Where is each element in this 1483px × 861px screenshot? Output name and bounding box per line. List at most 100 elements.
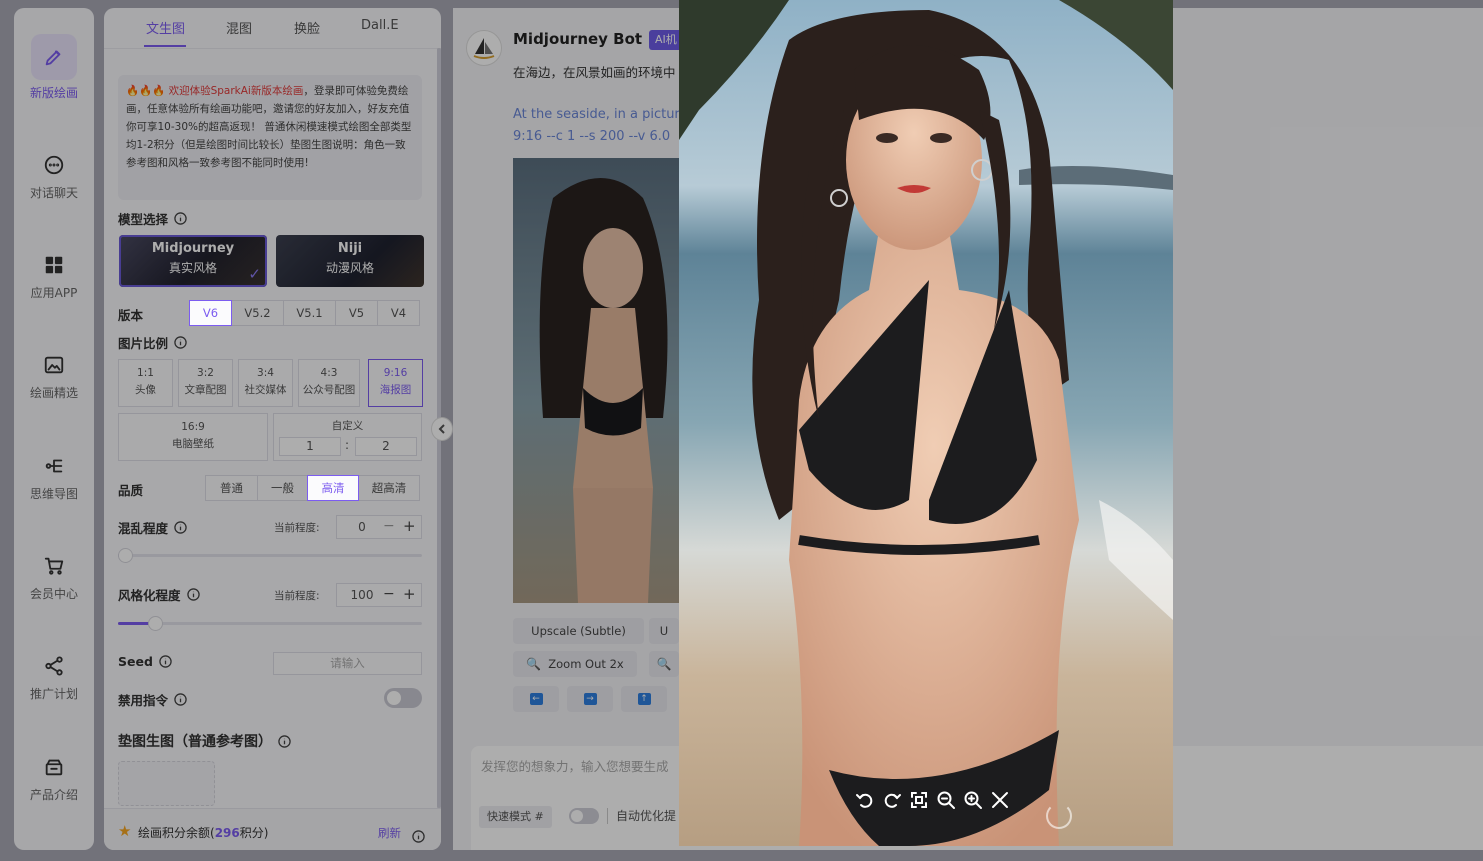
tab-blend[interactable]: 混图 xyxy=(226,18,252,37)
ratio-1-1[interactable]: 1:1 头像 xyxy=(118,359,173,407)
active-tab-indicator xyxy=(144,45,186,47)
arrow-left-icon: ← xyxy=(529,693,543,705)
bot-avatar xyxy=(466,30,502,66)
minus-icon[interactable]: − xyxy=(383,586,395,602)
nav-label: 产品介绍 xyxy=(29,788,78,802)
credits-balance: 绘画积分余额(296积分) xyxy=(138,826,269,840)
chaos-slider[interactable] xyxy=(118,548,422,563)
version-v6[interactable]: V6 xyxy=(189,300,232,326)
refresh-link[interactable]: 刷新 xyxy=(378,825,401,841)
upscale-button[interactable]: U xyxy=(649,618,679,644)
info-icon[interactable] xyxy=(174,212,187,225)
nav-label: 对话聊天 xyxy=(29,186,78,200)
plus-icon[interactable]: + xyxy=(403,585,416,603)
auto-optimize-toggle[interactable] xyxy=(569,808,599,824)
version-selector: V6 V5.2 V5.1 V5 V4 xyxy=(189,300,420,326)
fit-screen-icon[interactable] xyxy=(908,789,930,811)
nav-item-gallery[interactable]: 绘画精选 xyxy=(14,340,94,420)
nav-label: 思维导图 xyxy=(29,487,78,501)
zoom-in-icon[interactable] xyxy=(962,789,984,811)
quality-normal[interactable]: 普通 xyxy=(205,475,258,501)
mode-badge[interactable]: 快速模式 # xyxy=(479,806,552,828)
tab-text-to-image[interactable]: 文生图 xyxy=(146,18,185,37)
no-command-toggle[interactable] xyxy=(384,688,422,708)
info-icon[interactable] xyxy=(186,588,200,601)
sailboat-icon xyxy=(473,38,495,59)
upscale-subtle-button[interactable]: Upscale (Subtle) xyxy=(513,618,644,644)
model-midjourney[interactable]: Midjourney 真实风格 ✓ xyxy=(119,235,267,287)
rotate-left-icon[interactable] xyxy=(854,789,876,811)
version-v4[interactable]: V4 xyxy=(377,300,420,326)
nav-item-membership[interactable]: 会员中心 xyxy=(14,541,94,621)
version-label: 版本 xyxy=(118,308,144,323)
chevron-left-icon xyxy=(438,424,445,434)
auto-optimize-label: 自动优化提 xyxy=(616,809,677,823)
nav-label: 会员中心 xyxy=(29,587,78,601)
quality-medium[interactable]: 一般 xyxy=(257,475,308,501)
prompt-input[interactable]: 发挥您的想象力，输入您想要生成 xyxy=(481,756,669,775)
nav-item-product[interactable]: 产品介绍 xyxy=(14,742,94,822)
zoom-button-2[interactable]: 🔍 xyxy=(649,651,679,677)
chaos-slider-handle[interactable] xyxy=(118,548,133,563)
collapse-panel-button[interactable] xyxy=(431,417,453,441)
chaos-stepper[interactable]: 0 − + xyxy=(336,515,422,539)
plus-icon[interactable]: + xyxy=(403,517,416,535)
pan-left-button[interactable]: ← xyxy=(513,686,559,712)
generated-image-thumbnail[interactable] xyxy=(513,158,683,603)
info-icon[interactable] xyxy=(278,734,291,748)
info-icon[interactable] xyxy=(412,828,425,843)
nav-item-apps[interactable]: 应用APP xyxy=(14,240,94,320)
reference-upload[interactable] xyxy=(118,761,215,806)
model-niji[interactable]: Niji 动漫风格 xyxy=(276,235,424,287)
ratio-3-2[interactable]: 3:2 文章配图 xyxy=(178,359,233,407)
tab-face-swap[interactable]: 换脸 xyxy=(294,18,320,37)
image-icon xyxy=(41,352,67,378)
close-icon[interactable] xyxy=(989,789,1011,811)
version-v5-1[interactable]: V5.1 xyxy=(283,300,336,326)
rotate-right-icon[interactable] xyxy=(881,789,903,811)
bot-name: Midjourney Bot xyxy=(513,30,643,48)
seed-label: Seed xyxy=(118,654,172,669)
reference-image-label: 垫图生图（普通参考图） xyxy=(118,731,291,751)
ratio-16-9[interactable]: 16:9 电脑壁纸 xyxy=(118,413,268,461)
seed-input[interactable]: 请输入 xyxy=(273,652,422,675)
notice-body: ，登录即可体验免费绘画，任意体验所有绘画功能吧，邀请您的好友加入，好友充值你可享… xyxy=(126,85,412,169)
ratio-3-4[interactable]: 3:4 社交媒体 xyxy=(238,359,293,407)
pan-right-button[interactable]: → xyxy=(567,686,613,712)
chat-bubble-icon xyxy=(41,152,67,178)
version-v5[interactable]: V5 xyxy=(335,300,378,326)
zoom-out-2x-button[interactable]: 🔍 Zoom Out 2x xyxy=(513,651,637,677)
nav-item-chat[interactable]: 对话聊天 xyxy=(14,140,94,220)
nav-item-mindmap[interactable]: 思维导图 xyxy=(14,441,94,521)
fire-emoji: 🔥🔥🔥 xyxy=(126,85,166,97)
star-icon: ★ xyxy=(118,822,132,840)
info-icon[interactable] xyxy=(174,521,187,534)
stylize-slider[interactable] xyxy=(118,616,422,631)
tab-dalle[interactable]: Dall.E xyxy=(361,18,399,33)
quality-uhd[interactable]: 超高清 xyxy=(358,475,420,501)
minus-icon[interactable]: − xyxy=(383,518,395,534)
ratio-4-3[interactable]: 4:3 公众号配图 xyxy=(298,359,360,407)
image-preview[interactable] xyxy=(679,0,1173,846)
info-icon[interactable] xyxy=(159,655,172,668)
stylize-stepper[interactable]: 100 − + xyxy=(336,583,422,607)
nav-item-new-drawing[interactable]: 新版绘画 xyxy=(14,30,94,110)
ratio-9-16[interactable]: 9:16 海报图 xyxy=(368,359,423,407)
custom-width-input[interactable]: 1 xyxy=(279,437,341,456)
version-v5-2[interactable]: V5.2 xyxy=(231,300,284,326)
no-command-label: 禁用指令 xyxy=(118,690,187,709)
magnifier-icon: 🔍 xyxy=(656,657,672,671)
nav-item-referral[interactable]: 推广计划 xyxy=(14,641,94,721)
info-icon[interactable] xyxy=(174,693,187,706)
zoom-out-icon[interactable] xyxy=(935,789,957,811)
check-icon: ✓ xyxy=(248,265,261,283)
mindmap-icon xyxy=(41,453,67,479)
chaos-label: 混乱程度 xyxy=(118,518,187,537)
mode-tabs: 文生图 混图 换脸 Dall.E xyxy=(104,8,441,49)
loading-spinner-icon xyxy=(1046,803,1072,829)
info-icon[interactable] xyxy=(174,336,187,349)
pan-up-button[interactable]: ↑ xyxy=(621,686,667,712)
quality-hd[interactable]: 高清 xyxy=(307,475,359,501)
stylize-slider-handle[interactable] xyxy=(148,616,164,631)
custom-height-input[interactable]: 2 xyxy=(355,437,417,456)
